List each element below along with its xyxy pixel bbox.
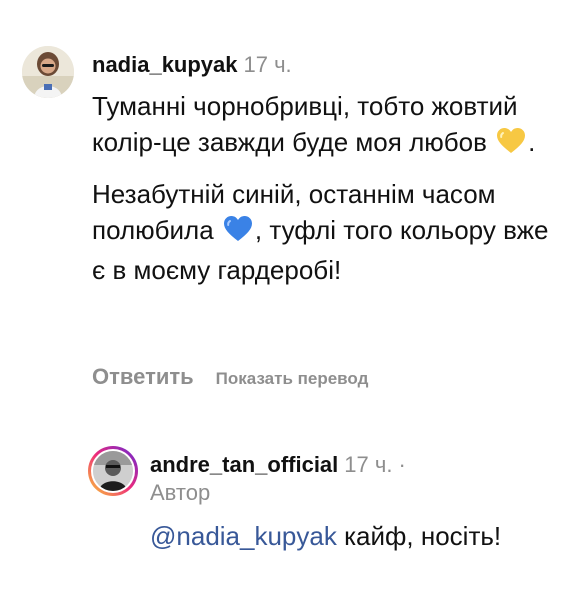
comment-header: andre_tan_official 17 ч. ·	[150, 452, 406, 478]
avatar-nadia-image	[22, 46, 74, 98]
avatar-andre-image	[93, 451, 133, 491]
paragraph-1-end: .	[528, 127, 536, 157]
separator-dot: ·	[398, 452, 406, 477]
yellow-heart-icon	[496, 127, 526, 164]
blue-heart-icon	[223, 215, 253, 252]
comment-body: Туманні чорнобривці, тобто жовтий колір-…	[92, 88, 562, 288]
username-andre[interactable]: andre_tan_official	[150, 452, 338, 477]
mention-link[interactable]: @nadia_kupyak	[150, 521, 337, 551]
reply-button[interactable]: Ответить	[92, 364, 194, 389]
translate-button[interactable]: Показать перевод	[216, 369, 369, 388]
username-nadia[interactable]: nadia_kupyak	[92, 52, 238, 77]
paragraph-1-text: Туманні чорнобривці, тобто жовтий колір-…	[92, 91, 518, 157]
avatar-andre[interactable]	[88, 446, 138, 496]
author-badge: Автор	[150, 480, 211, 505]
comment-time: 17 ч.	[243, 52, 292, 77]
comment-body: @nadia_kupyak кайф, носіть!	[150, 518, 550, 554]
reply-text: кайф, носіть!	[336, 521, 502, 551]
comment-paragraph-1: Туманні чорнобривці, тобто жовтий колір-…	[92, 88, 562, 164]
avatar-story-ring	[91, 449, 135, 493]
comment-actions: Ответить Показать перевод	[92, 364, 368, 390]
avatar-nadia[interactable]	[22, 46, 74, 98]
comment-time: 17 ч.	[344, 452, 393, 477]
comment-header: nadia_kupyak 17 ч.	[92, 52, 292, 78]
comment-paragraph-2: Незабутній синій, останнім часом полюбил…	[92, 176, 562, 288]
